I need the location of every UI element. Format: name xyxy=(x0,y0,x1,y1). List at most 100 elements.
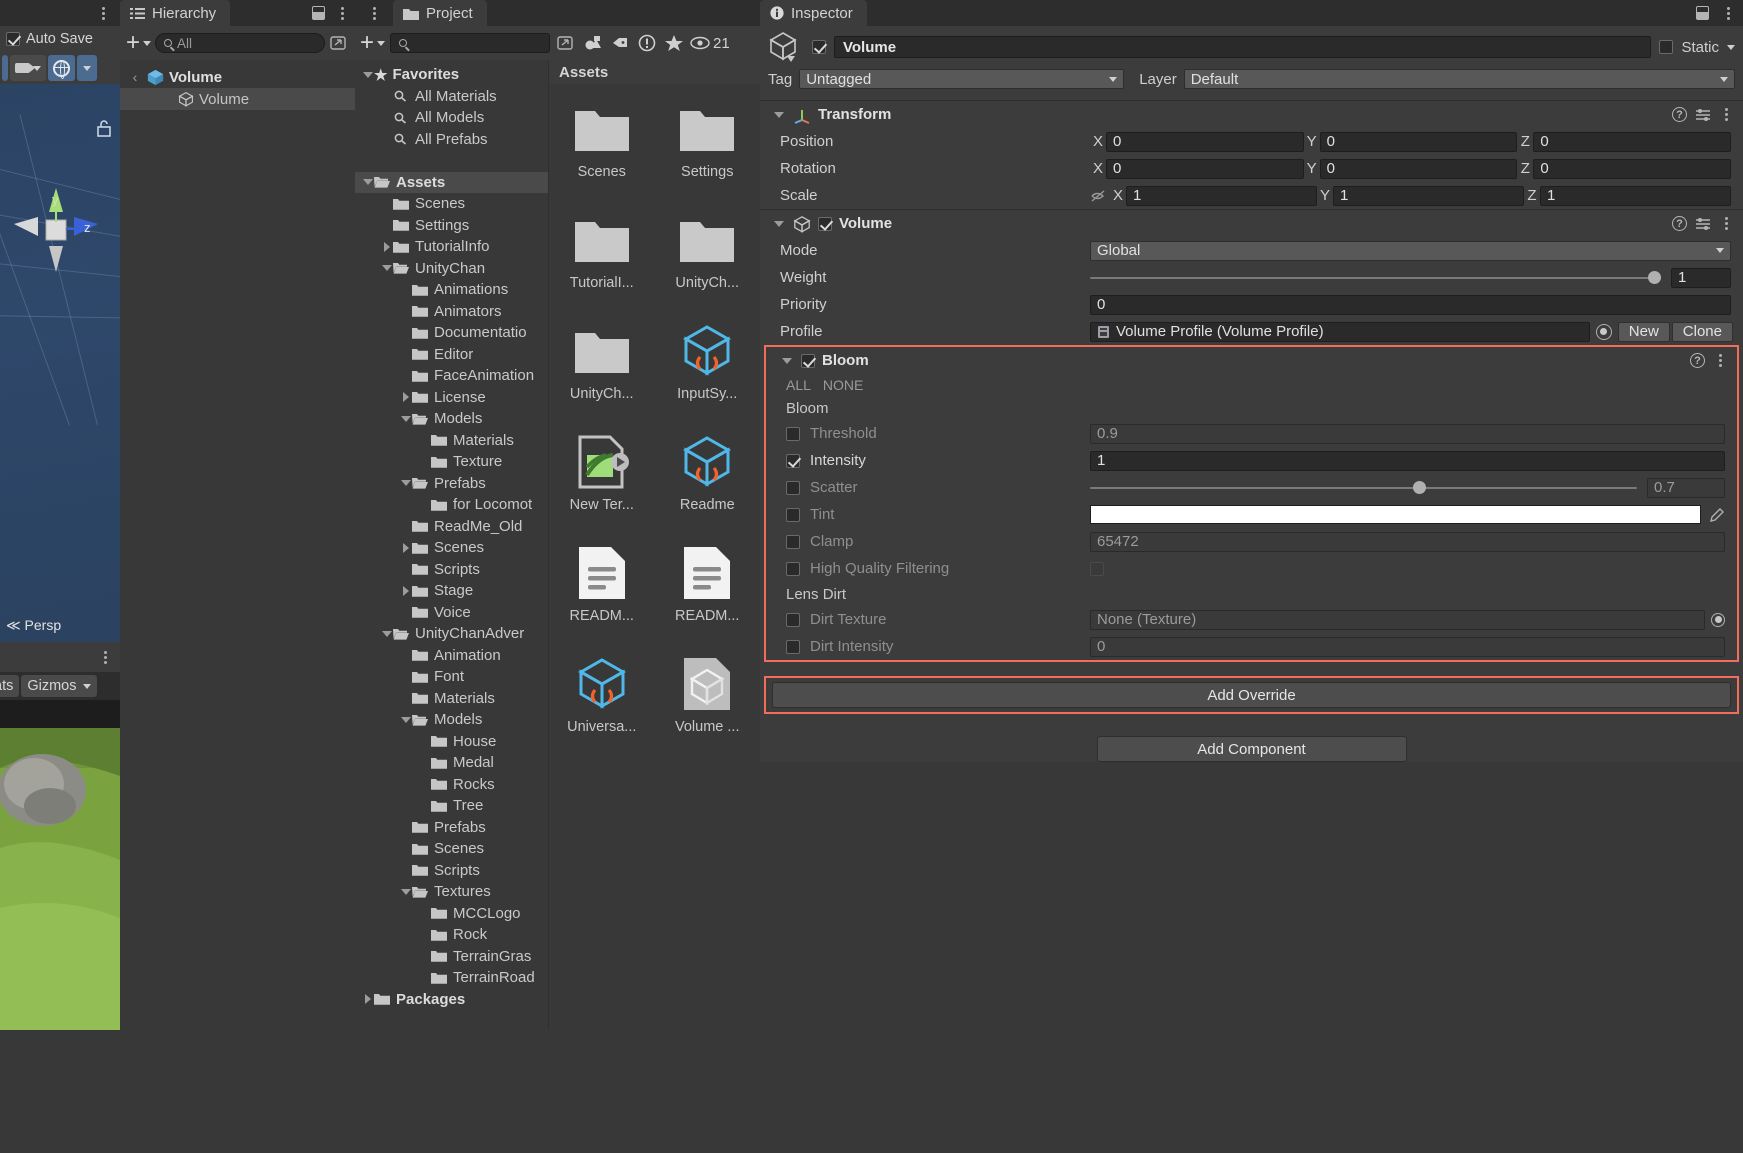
asset-grid-item[interactable]: Settings xyxy=(655,98,761,209)
project-tree-item-readme-old[interactable]: ReadMe_Old xyxy=(355,516,548,538)
project-tree-item-unitychan[interactable]: UnityChan xyxy=(355,258,548,280)
bloom-value-clamp[interactable]: 65472 xyxy=(1090,532,1725,552)
help-icon[interactable]: ? xyxy=(1690,353,1705,368)
project-tree-item-models[interactable]: Models xyxy=(355,709,548,731)
project-tree-item-house[interactable]: House xyxy=(355,731,548,753)
asset-grid-item[interactable]: Readme xyxy=(655,431,761,542)
tab-hierarchy[interactable]: Hierarchy xyxy=(120,0,230,26)
priority-field[interactable]: 0 xyxy=(1090,295,1731,315)
lock-icon[interactable] xyxy=(1696,6,1709,20)
lock-icon[interactable] xyxy=(312,6,325,20)
project-tree-item-prefabs[interactable]: Prefabs xyxy=(355,473,548,495)
transform-scale-y[interactable]: 1 xyxy=(1333,186,1524,206)
chevron-down-icon[interactable] xyxy=(399,416,412,422)
project-tree-item-unitychanadver[interactable]: UnityChanAdver xyxy=(355,623,548,645)
bloom-value-threshold[interactable]: 0.9 xyxy=(1090,424,1725,444)
object-name-field[interactable]: Volume xyxy=(834,36,1651,58)
volume-enabled-checkbox[interactable] xyxy=(818,217,832,231)
object-picker-icon[interactable] xyxy=(1711,613,1725,627)
chevron-down-icon[interactable] xyxy=(361,179,374,185)
bloom-override-checkbox-intensity[interactable] xyxy=(786,454,800,468)
bloom-all-button[interactable]: ALL xyxy=(786,377,811,393)
add-component-button[interactable]: Add Component xyxy=(1097,736,1407,762)
favorite-star-icon[interactable] xyxy=(663,32,685,54)
tab-inspector[interactable]: Inspector xyxy=(760,0,867,26)
asset-grid-item[interactable]: UnityCh... xyxy=(549,320,655,431)
project-tree-item-scenes[interactable]: Scenes xyxy=(355,193,548,215)
project-tree-item-all-prefabs[interactable]: All Prefabs xyxy=(355,129,548,151)
asset-grid-item[interactable]: TutorialI... xyxy=(549,209,655,320)
create-asset-button[interactable]: + xyxy=(360,34,385,52)
chevron-right-icon[interactable] xyxy=(399,586,412,596)
transform-rotation-x[interactable]: 0 xyxy=(1106,159,1304,179)
filter-type-icon[interactable] xyxy=(582,32,604,54)
hierarchy-search-input[interactable]: All xyxy=(155,33,325,53)
bloom-menu-icon[interactable] xyxy=(1713,354,1727,367)
slider-knob-icon[interactable] xyxy=(1413,481,1426,494)
transform-rotation-y[interactable]: 0 xyxy=(1320,159,1518,179)
weight-slider[interactable] xyxy=(1090,268,1661,288)
transform-menu-icon[interactable] xyxy=(1719,108,1733,121)
project-tree-item-voice[interactable]: Voice xyxy=(355,602,548,624)
bloom-bool-high-quality-filtering[interactable] xyxy=(1090,562,1104,576)
lens-dirt-override-checkbox-dirt-texture[interactable] xyxy=(786,613,800,627)
project-tree-item-textures[interactable]: Textures xyxy=(355,881,548,903)
asset-grid-item[interactable]: Volume ... xyxy=(655,653,761,764)
project-tree-item-terrainroad[interactable]: TerrainRoad xyxy=(355,967,548,989)
transform-scale-x[interactable]: 1 xyxy=(1126,186,1317,206)
scene-effects-dropdown[interactable] xyxy=(77,55,97,81)
scene-menu-icon[interactable] xyxy=(96,7,110,20)
hierarchy-external-icon[interactable] xyxy=(329,34,349,52)
project-tree-item-mcclogo[interactable]: MCCLogo xyxy=(355,903,548,925)
weight-value-field[interactable]: 1 xyxy=(1671,268,1731,288)
project-tree-item-prefabs[interactable]: Prefabs xyxy=(355,817,548,839)
project-tree-item-all-materials[interactable]: All Materials xyxy=(355,86,548,108)
project-tree-item-materials[interactable]: Materials xyxy=(355,430,548,452)
lens-dirt-value-dirt-intensity[interactable]: 0 xyxy=(1090,637,1725,657)
transform-scale-z[interactable]: 1 xyxy=(1540,186,1731,206)
volume-foldout-icon[interactable] xyxy=(772,221,786,227)
help-icon[interactable]: ? xyxy=(1672,107,1687,122)
bloom-override-checkbox-high-quality-filtering[interactable] xyxy=(786,562,800,576)
project-tree-item-faceanimation[interactable]: FaceAnimation xyxy=(355,365,548,387)
project-tree-item-animation[interactable]: Animation xyxy=(355,645,548,667)
scene-viewport[interactable]: y z ≪ Persp xyxy=(0,84,120,642)
project-tree-item-scripts[interactable]: Scripts xyxy=(355,559,548,581)
transform-position-z[interactable]: 0 xyxy=(1533,132,1731,152)
layer-dropdown[interactable]: Default xyxy=(1184,69,1735,89)
volume-header[interactable]: Volume ? xyxy=(760,210,1743,237)
chevron-down-icon[interactable] xyxy=(380,265,393,271)
hierarchy-item-volume[interactable]: Volume xyxy=(120,88,355,110)
weight-slider-knob[interactable] xyxy=(1648,271,1661,284)
project-tree-item-documentatio[interactable]: Documentatio xyxy=(355,322,548,344)
inspector-menu-icon[interactable] xyxy=(1721,7,1735,20)
asset-grid-item[interactable]: UnityCh... xyxy=(655,209,761,320)
bloom-foldout-icon[interactable] xyxy=(780,358,794,364)
transform-position-y[interactable]: 0 xyxy=(1320,132,1518,152)
transform-position-x[interactable]: 0 xyxy=(1106,132,1304,152)
project-tree-item-animations[interactable]: Animations xyxy=(355,279,548,301)
hierarchy-menu-icon[interactable] xyxy=(335,7,349,20)
project-tree-item-rock[interactable]: Rock xyxy=(355,924,548,946)
preset-icon[interactable] xyxy=(1695,217,1711,231)
filter-label-icon[interactable] xyxy=(609,32,631,54)
warning-icon[interactable] xyxy=(636,32,658,54)
bloom-header[interactable]: Bloom ? xyxy=(766,347,1737,374)
auto-save-checkbox-icon[interactable] xyxy=(6,32,20,46)
bloom-value-intensity[interactable]: 1 xyxy=(1090,451,1725,471)
project-tree[interactable]: ★FavoritesAll MaterialsAll ModelsAll Pre… xyxy=(355,60,548,1030)
profile-picker-icon[interactable] xyxy=(1596,324,1612,340)
bloom-none-button[interactable]: NONE xyxy=(823,377,863,393)
project-tree-item-animators[interactable]: Animators xyxy=(355,301,548,323)
chevron-down-icon[interactable] xyxy=(1727,45,1735,50)
static-checkbox[interactable] xyxy=(1659,40,1673,54)
hierarchy-scene-row[interactable]: ‹ Volume xyxy=(120,66,355,88)
project-tree-item-packages[interactable]: Packages xyxy=(355,989,548,1011)
project-tree-item-medal[interactable]: Medal xyxy=(355,752,548,774)
tab-project[interactable]: Project xyxy=(393,0,487,26)
stats-button[interactable]: ats xyxy=(0,675,19,697)
project-left-menu-icon[interactable] xyxy=(367,7,381,20)
project-search-input[interactable] xyxy=(390,33,550,53)
project-tree-item-favorites[interactable]: ★Favorites xyxy=(355,64,548,86)
project-tree-item-assets[interactable]: Assets xyxy=(355,172,548,194)
